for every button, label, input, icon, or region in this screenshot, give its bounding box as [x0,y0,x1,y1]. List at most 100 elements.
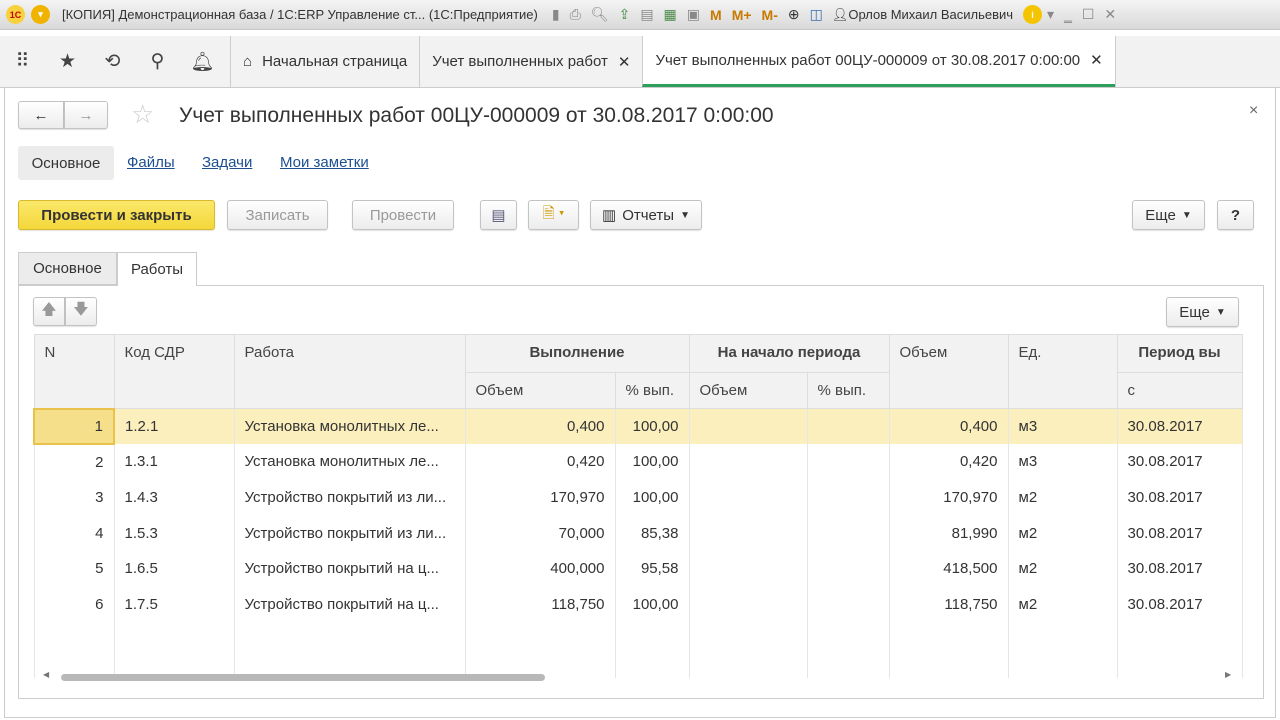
m-button[interactable]: M [710,7,722,23]
move-up-icon[interactable]: 🡅 [33,297,65,326]
scan-icon[interactable]: ▤ [640,6,653,23]
cell-svol[interactable] [688,515,808,551]
cell-code[interactable]: 1.7.5 [113,586,235,623]
cell-code[interactable]: 1.3.1 [113,444,235,480]
cell-unit[interactable]: м3 [1007,444,1118,480]
cell-work[interactable]: Устройство покрытий из ли... [233,515,466,551]
cell-spct[interactable] [806,586,890,623]
cell-vol[interactable]: 0,400 [464,408,616,445]
table-row[interactable]: 1 1.2.1 Установка монолитных ле... 0,400 100… [33,407,1243,446]
cell-n[interactable]: 5 [33,550,115,587]
cell-n[interactable]: 3 [33,479,115,516]
cell-svol[interactable] [688,550,808,587]
cell-total[interactable]: 81,990 [888,515,1009,551]
cell-work[interactable]: Устройство покрытий из ли... [233,479,466,516]
move-down-icon[interactable]: 🡇 [65,297,97,326]
upload-icon[interactable]: ⇪ [619,6,631,23]
tab-works-document[interactable]: Учет выполненных работ 00ЦУ-000009 от 30… [642,36,1115,87]
panel-icon[interactable]: ◫ [810,6,823,23]
cell-work[interactable]: Установка монолитных ле... [233,444,466,480]
zoom-icon[interactable]: ⊕ [788,6,800,23]
nav-tasks[interactable]: Задачи [202,154,252,171]
cell-n[interactable]: 2 [33,444,115,480]
cell-code[interactable]: 1.5.3 [113,515,235,551]
cell-pct[interactable]: 95,58 [614,550,690,587]
info-icon[interactable]: i [1023,5,1043,24]
nav-main[interactable]: Основное [18,146,114,180]
minimize-icon[interactable]: ‗ [1064,7,1072,23]
maximize-icon[interactable]: ☐ [1082,6,1095,23]
table-row[interactable]: 5 1.6.5 Устройство покрытий на ц... 400,000… [33,550,1243,587]
col-n[interactable]: N [33,334,115,409]
cell-svol[interactable] [688,586,808,623]
cell-n[interactable]: 6 [33,586,115,623]
nav-notes[interactable]: Мои заметки [280,154,369,171]
cell-unit[interactable]: м2 [1007,515,1118,551]
close-icon[interactable]: ✕ [1090,51,1103,69]
cell-svol[interactable] [688,408,808,445]
cell-spct[interactable] [806,408,890,445]
cell-date[interactable]: 30.08.2017 [1116,479,1243,516]
cell-pct[interactable]: 100,00 [614,479,690,516]
main-menu-icon[interactable]: ▾ [31,5,50,24]
more-button[interactable]: Еще ▼ [1132,200,1205,230]
save-icon[interactable]: ▮ [552,6,560,23]
cell-spct[interactable] [806,550,890,587]
scrollbar-thumb[interactable] [61,674,545,681]
cell-spct[interactable] [806,479,890,516]
cell-svol[interactable] [688,444,808,480]
m-minus-button[interactable]: M- [762,7,778,23]
cell-unit[interactable]: м3 [1007,408,1118,445]
table-row[interactable]: 4 1.5.3 Устройство покрытий из ли... 70,000… [33,515,1243,551]
m-plus-button[interactable]: M+ [732,7,752,23]
chevron-down-icon[interactable]: ▾ [1047,6,1054,23]
back-button[interactable]: ← [18,101,64,129]
user-name[interactable]: Орлов Михаил Васильевич [848,7,1013,22]
cell-n[interactable]: 1 [33,407,115,446]
cell-total[interactable]: 0,400 [888,408,1009,445]
table-row[interactable]: 2 1.3.1 Установка монолитных ле... 0,420 100… [33,444,1243,480]
cell-unit[interactable]: м2 [1007,586,1118,623]
cell-spct[interactable] [806,515,890,551]
cell-total[interactable]: 170,970 [888,479,1009,516]
cell-date[interactable]: 30.08.2017 [1116,586,1243,623]
cell-work[interactable]: Установка монолитных ле... [233,408,466,445]
bell-icon[interactable]: 🔔︎ [180,36,225,87]
post-and-close-button[interactable]: Провести и закрыть [18,200,215,230]
cell-pct[interactable]: 85,38 [614,515,690,551]
col-exec-pct[interactable]: % вып. [614,372,690,409]
favorites-star-icon[interactable]: ★ [45,36,90,87]
cell-spct[interactable] [806,444,890,480]
close-window-icon[interactable]: ✕ [1104,6,1116,23]
history-icon[interactable]: ⟲ [90,36,135,87]
cell-code[interactable]: 1.2.1 [113,408,235,445]
nav-files[interactable]: Файлы [127,154,175,171]
preview-icon[interactable]: 🔍︎ [591,6,609,23]
cell-n[interactable]: 4 [33,515,115,551]
cell-date[interactable]: 30.08.2017 [1116,515,1243,551]
cell-vol[interactable]: 0,420 [464,444,616,480]
col-volume[interactable]: Объем [888,334,1009,409]
cell-pct[interactable]: 100,00 [614,586,690,623]
cell-total[interactable]: 0,420 [888,444,1009,480]
table-row[interactable]: 3 1.4.3 Устройство покрытий из ли... 170,97… [33,479,1243,516]
cell-vol[interactable]: 70,000 [464,515,616,551]
tab-home[interactable]: ⌂ Начальная страница [230,36,419,87]
calculator-icon[interactable]: ▦ [664,6,677,23]
create-based-on-button[interactable]: 🗎︎ ▾ [528,200,579,230]
help-button[interactable]: ? [1217,200,1254,230]
cell-vol[interactable]: 400,000 [464,550,616,587]
tab-works-list[interactable]: Учет выполненных работ ✕ [419,36,642,87]
cell-code[interactable]: 1.6.5 [113,550,235,587]
horizontal-scrollbar[interactable]: ◀ ▶ [33,670,1245,684]
apps-grid-icon[interactable]: ⠿ [0,36,45,87]
cell-svol[interactable] [688,479,808,516]
col-unit[interactable]: Ед. [1007,334,1118,409]
col-start-volume[interactable]: Объем [688,372,808,409]
col-exec-volume[interactable]: Объем [464,372,616,409]
reports-button[interactable]: ▥ Отчеты ▼ [590,200,702,230]
search-icon[interactable]: ⚲ [135,36,180,87]
favorite-star-icon[interactable]: ☆ [131,99,154,130]
forward-button[interactable]: → [64,101,108,129]
cell-total[interactable]: 118,750 [888,586,1009,623]
